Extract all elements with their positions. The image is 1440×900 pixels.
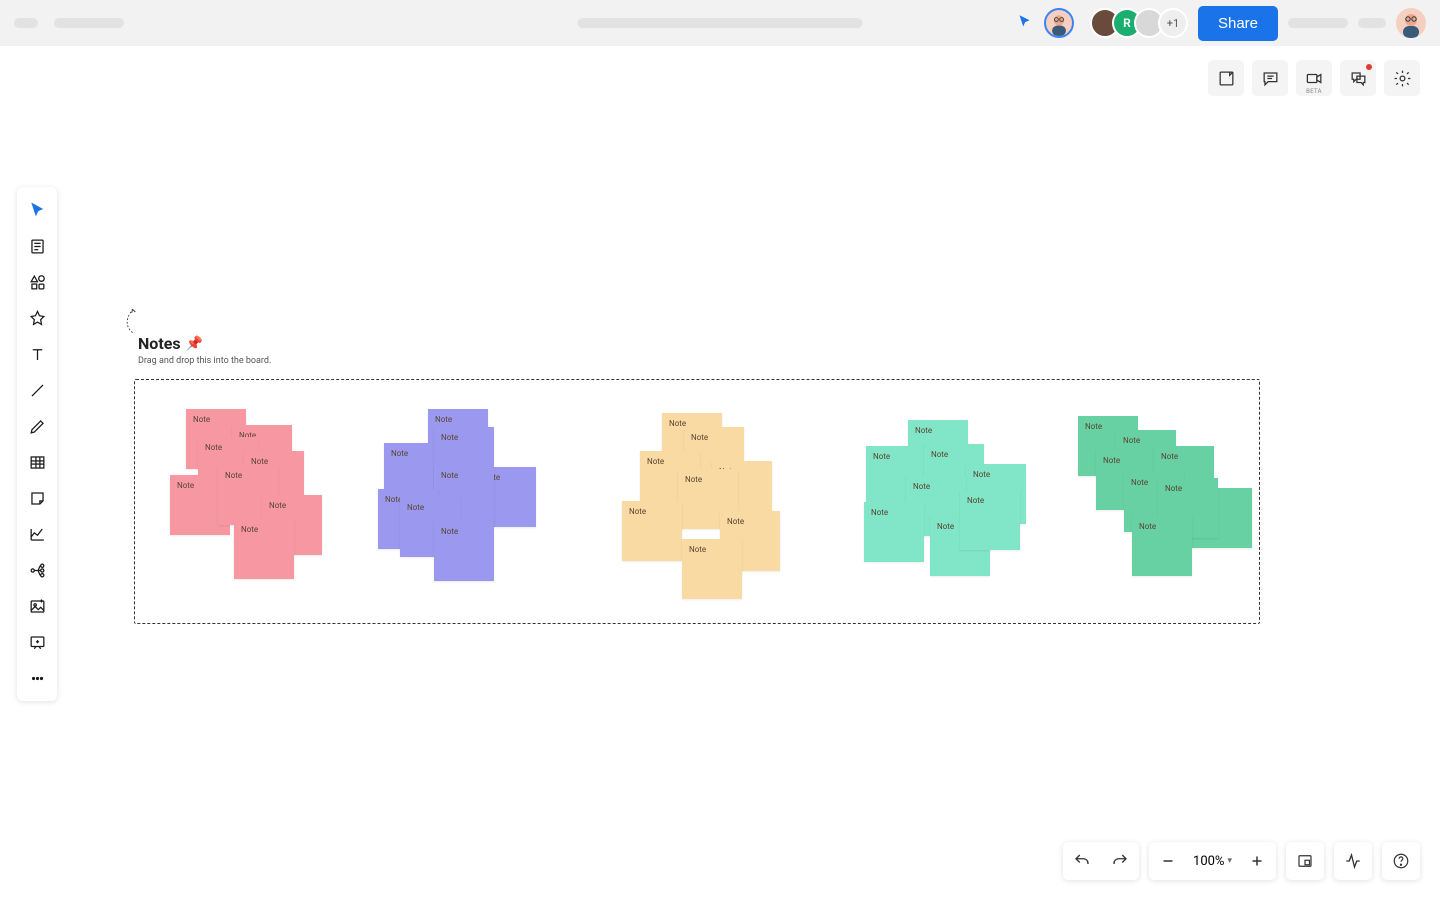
sticky-note[interactable]: Note [1132, 516, 1192, 576]
arrow-decoration [120, 306, 138, 336]
top-bar-center [578, 18, 863, 28]
top-bar-right: R +1 Share [1017, 6, 1426, 41]
self-avatar[interactable] [1044, 8, 1074, 38]
profile-avatar[interactable] [1396, 8, 1426, 38]
sticky-note[interactable]: Note [960, 490, 1020, 550]
top-bar: R +1 Share [0, 0, 1440, 46]
minimap-button[interactable] [1286, 842, 1324, 880]
notes-title-text: Notes [138, 334, 181, 353]
zoom-in-button[interactable] [1238, 842, 1276, 880]
help-group [1382, 842, 1420, 880]
zoom-out-button[interactable] [1149, 842, 1187, 880]
activity-group [1334, 842, 1372, 880]
sticky-note[interactable]: Note [682, 539, 742, 599]
undo-button[interactable] [1063, 842, 1101, 880]
pin-icon: 📌 [186, 336, 203, 352]
minimap-group [1286, 842, 1324, 880]
avatar-more[interactable]: +1 [1158, 8, 1188, 38]
zoom-group: 100% [1149, 842, 1276, 880]
help-button[interactable] [1382, 842, 1420, 880]
bottom-bars: 100% [1063, 842, 1420, 880]
sticky-note[interactable]: Note [622, 501, 682, 561]
top-bar-left [14, 18, 124, 28]
collaborator-avatars: R +1 [1098, 8, 1188, 38]
right-placeholder-1[interactable] [1288, 18, 1348, 28]
notes-section-title: Notes 📌 [138, 334, 203, 353]
zoom-level[interactable]: 100% [1187, 854, 1238, 869]
avatar-initial: R [1123, 16, 1131, 30]
right-placeholder-2[interactable] [1358, 18, 1386, 28]
cursor-icon [1017, 14, 1032, 33]
notes-section-subtitle: Drag and drop this into the board. [138, 356, 271, 366]
board-name-placeholder[interactable] [578, 18, 863, 28]
menu-placeholder[interactable] [14, 18, 38, 28]
undo-redo-group [1063, 842, 1139, 880]
sticky-note[interactable]: Note [434, 521, 494, 581]
canvas[interactable]: Notes 📌 Drag and drop this into the boar… [0, 46, 1440, 900]
redo-button[interactable] [1101, 842, 1139, 880]
title-placeholder[interactable] [54, 18, 124, 28]
share-button[interactable]: Share [1198, 6, 1278, 41]
sticky-note[interactable]: Note [864, 502, 924, 562]
sticky-note[interactable]: Note [234, 519, 294, 579]
activity-button[interactable] [1334, 842, 1372, 880]
avatar-more-label: +1 [1167, 17, 1179, 30]
